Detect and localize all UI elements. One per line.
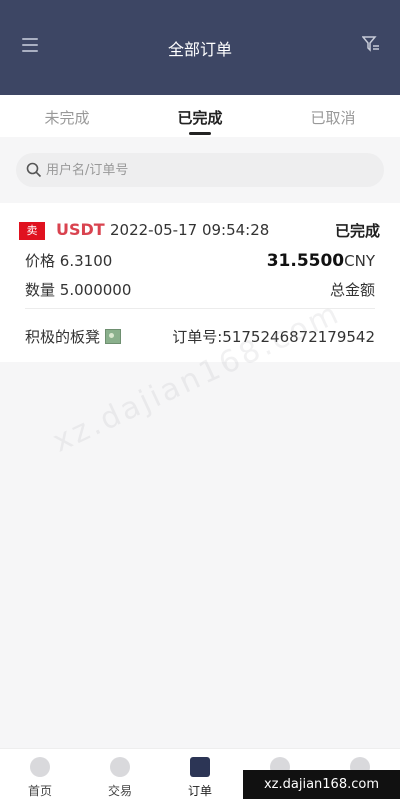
avatar-image-icon <box>105 329 122 344</box>
trade-icon <box>110 757 130 777</box>
qty-label: 数量 <box>25 281 56 299</box>
qty-row: 数量 5.000000 <box>25 279 131 300</box>
total-amount: 31.5500CNY <box>267 251 375 271</box>
nav-trade[interactable]: 交易 <box>80 749 160 799</box>
orders-icon <box>190 757 210 777</box>
search-input[interactable] <box>46 153 366 187</box>
search-icon <box>26 162 42 178</box>
user-info: 积极的板凳 <box>25 326 122 347</box>
order-time: 2022-05-17 09:54:28 <box>110 221 270 239</box>
username: 积极的板凳 <box>25 328 101 346</box>
price-value: 6.3100 <box>59 252 113 270</box>
total-label: 总金额 <box>329 281 375 299</box>
order-card[interactable]: 卖 USDT 2022-05-17 09:54:28 已完成 价格 6.3100… <box>0 203 400 362</box>
total-currency: CNY <box>344 252 375 270</box>
search-bar <box>16 153 384 187</box>
nav-orders[interactable]: 订单 <box>160 749 240 799</box>
qty-value: 5.000000 <box>59 281 132 299</box>
tab-indicator <box>189 132 211 135</box>
coin-name: USDT <box>56 220 105 239</box>
app-header: 全部订单 <box>0 0 400 95</box>
site-watermark-tag: xz.dajian168.com <box>243 770 400 799</box>
nav-home[interactable]: 首页 <box>0 749 80 799</box>
order-tabs: 未完成 已完成 已取消 <box>0 95 400 137</box>
total-value: 31.5500 <box>266 251 345 271</box>
tab-completed[interactable]: 已完成 <box>155 107 245 128</box>
filter-icon[interactable] <box>362 35 380 53</box>
price-label: 价格 <box>25 252 56 270</box>
tab-cancelled[interactable]: 已取消 <box>288 107 378 128</box>
tab-incomplete[interactable]: 未完成 <box>22 107 112 128</box>
price-row: 价格 6.3100 <box>25 250 112 271</box>
home-icon <box>30 757 50 777</box>
sell-badge: 卖 <box>19 222 45 240</box>
page-title: 全部订单 <box>167 40 232 59</box>
order-status: 已完成 <box>334 222 380 240</box>
